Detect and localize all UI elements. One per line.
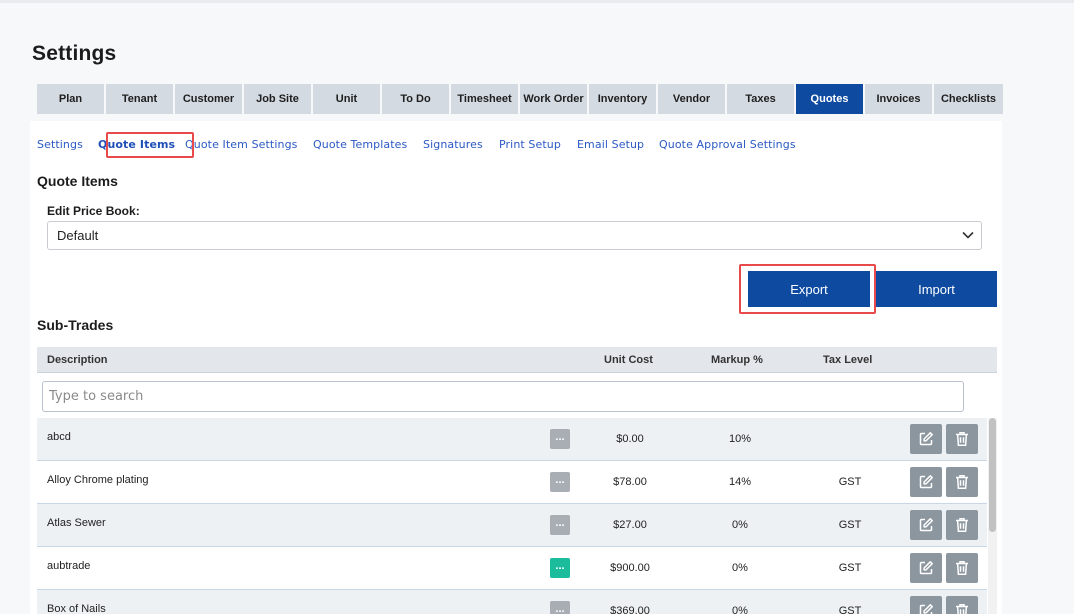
row-more-button[interactable]: ... (550, 558, 570, 578)
sub-trades-table-body: abcd ... $0.00 10% Alloy Chrome plating … (37, 418, 987, 614)
price-book-select[interactable]: Default (47, 221, 982, 250)
row-more-button[interactable]: ... (550, 515, 570, 535)
row-delete-button[interactable] (946, 467, 978, 497)
table-row: Box of Nails ... $369.00 0% GST (37, 590, 987, 614)
chevron-down-icon (962, 231, 974, 239)
tab-to-do[interactable]: To Do (382, 84, 451, 114)
row-markup: 0% (732, 562, 748, 574)
edit-icon (919, 475, 933, 489)
row-tax-level: GST (838, 605, 862, 614)
row-tax-level: GST (838, 562, 862, 574)
row-unit-cost: $78.00 (613, 476, 647, 488)
tab-tenant[interactable]: Tenant (106, 84, 175, 114)
col-description: Description (47, 354, 108, 366)
highlight-export (739, 264, 876, 314)
tab-invoices[interactable]: Invoices (865, 84, 934, 114)
trash-icon (956, 475, 968, 489)
sub-trades-table-header: Description Unit Cost Markup % Tax Level (37, 347, 997, 373)
table-row: Alloy Chrome plating ... $78.00 14% GST (37, 461, 987, 504)
row-description: Atlas Sewer (47, 517, 106, 529)
row-unit-cost: $369.00 (610, 605, 650, 614)
subnav-settings[interactable]: Settings (37, 138, 83, 151)
row-delete-button[interactable] (946, 596, 978, 614)
subnav-quote-item-settings[interactable]: Quote Item Settings (185, 138, 298, 151)
tab-inventory[interactable]: Inventory (589, 84, 658, 114)
row-description: Alloy Chrome plating (47, 474, 149, 486)
price-book-label: Edit Price Book: (47, 204, 140, 218)
row-edit-button[interactable] (910, 596, 942, 614)
tab-timesheet[interactable]: Timesheet (451, 84, 520, 114)
subnav-email-setup[interactable]: Email Setup (577, 138, 644, 151)
table-row: Atlas Sewer ... $27.00 0% GST (37, 504, 987, 547)
quote-items-title: Quote Items (37, 173, 118, 189)
row-edit-button[interactable] (910, 467, 942, 497)
price-book-value: Default (57, 228, 99, 243)
subnav-quote-approval-settings[interactable]: Quote Approval Settings (659, 138, 796, 151)
table-row: aubtrade ... $900.00 0% GST (37, 547, 987, 590)
col-tax-level: Tax Level (823, 354, 873, 366)
row-description: aubtrade (47, 560, 91, 572)
row-tax-level: GST (838, 519, 862, 531)
tab-checklists[interactable]: Checklists (934, 84, 1003, 114)
subnav-signatures[interactable]: Signatures (423, 138, 483, 151)
row-delete-button[interactable] (946, 510, 978, 540)
tab-plan[interactable]: Plan (37, 84, 106, 114)
row-markup: 0% (732, 519, 748, 531)
col-unit-cost: Unit Cost (604, 354, 653, 366)
row-more-button[interactable]: ... (550, 601, 570, 614)
row-delete-button[interactable] (946, 553, 978, 583)
row-unit-cost: $0.00 (616, 433, 644, 445)
table-scrollbar-thumb[interactable] (989, 418, 996, 532)
row-markup: 0% (732, 605, 748, 614)
col-markup: Markup % (711, 354, 763, 366)
search-input[interactable] (42, 381, 964, 412)
row-delete-button[interactable] (946, 424, 978, 454)
trash-icon (956, 518, 968, 532)
edit-icon (919, 604, 933, 614)
tab-vendor[interactable]: Vendor (658, 84, 727, 114)
highlight-quote-items (106, 132, 194, 158)
import-button[interactable]: Import (876, 271, 997, 307)
table-row: abcd ... $0.00 10% (37, 418, 987, 461)
row-edit-button[interactable] (910, 510, 942, 540)
row-markup: 14% (728, 476, 752, 488)
tab-work-order[interactable]: Work Order (520, 84, 589, 114)
row-more-button[interactable]: ... (550, 472, 570, 492)
trash-icon (956, 561, 968, 575)
tab-taxes[interactable]: Taxes (727, 84, 796, 114)
sub-trades-title: Sub-Trades (37, 317, 114, 333)
row-tax-level: GST (838, 476, 862, 488)
tab-job-site[interactable]: Job Site (244, 84, 313, 114)
top-divider (0, 0, 1074, 3)
subnav-print-setup[interactable]: Print Setup (499, 138, 561, 151)
trash-icon (956, 604, 968, 614)
tab-quotes[interactable]: Quotes (796, 84, 865, 114)
row-description: Box of Nails (47, 603, 106, 614)
tab-customer[interactable]: Customer (175, 84, 244, 114)
row-edit-button[interactable] (910, 424, 942, 454)
row-edit-button[interactable] (910, 553, 942, 583)
settings-tab-bar: Plan Tenant Customer Job Site Unit To Do… (37, 84, 1003, 114)
trash-icon (956, 432, 968, 446)
subnav-quote-templates[interactable]: Quote Templates (313, 138, 407, 151)
row-markup: 10% (728, 433, 752, 445)
edit-icon (919, 432, 933, 446)
edit-icon (919, 561, 933, 575)
page-title: Settings (32, 42, 117, 65)
row-description: abcd (47, 431, 71, 443)
tab-unit[interactable]: Unit (313, 84, 382, 114)
row-unit-cost: $900.00 (610, 562, 650, 574)
row-unit-cost: $27.00 (613, 519, 647, 531)
row-more-button[interactable]: ... (550, 429, 570, 449)
edit-icon (919, 518, 933, 532)
